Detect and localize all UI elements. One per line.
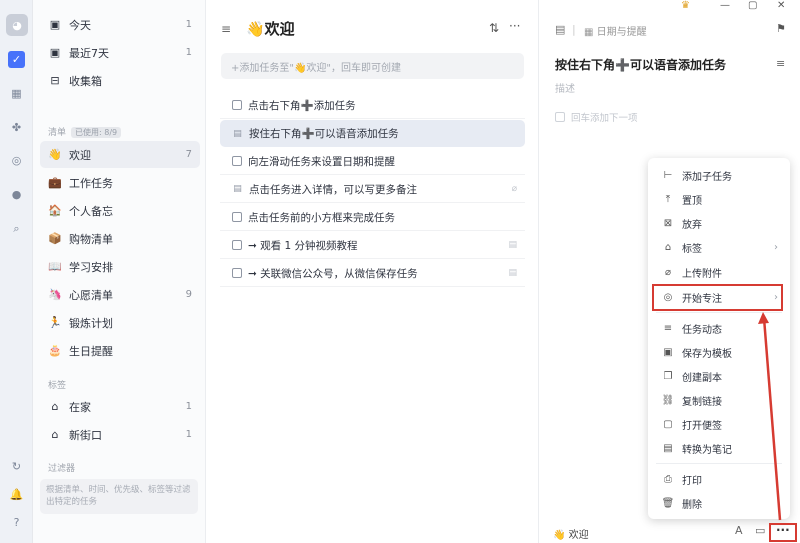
annotation-arrow xyxy=(758,312,782,521)
app-window: ◕ ✓ ▦ ✤ ◎ ● ⌕ ↻ 🔔 ? ▣ 今天 1 ▣ 最近7天 1 ⊟ 收集箱 清单已… xyxy=(0,0,800,543)
